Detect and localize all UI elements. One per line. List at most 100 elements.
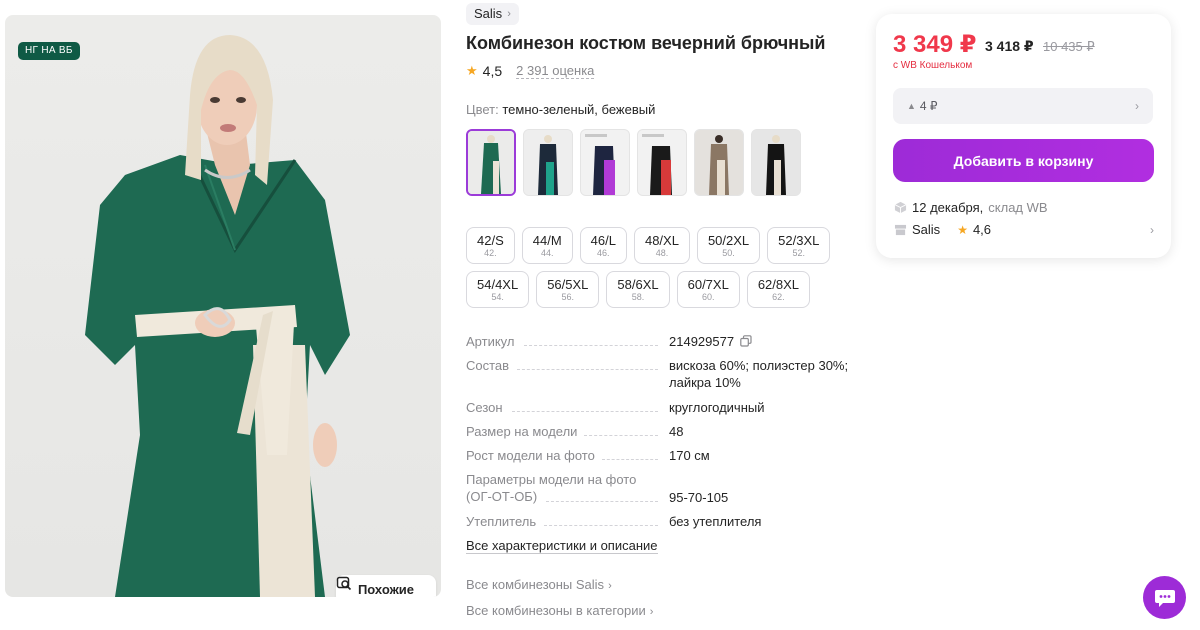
box-icon (894, 201, 907, 214)
size-russian: 44. (540, 247, 554, 258)
similar-button[interactable]: Похожие (336, 575, 436, 597)
size-label: 58/6XL (617, 276, 659, 292)
all-characteristics-link[interactable]: Все характеристики и описание (466, 538, 658, 554)
chevron-right-icon: › (1135, 99, 1139, 113)
seller-name: Salis (912, 222, 941, 237)
size-option[interactable]: 48/XL 48. (633, 227, 690, 264)
price-delta-value: 4 ₽ (919, 99, 938, 113)
size-label: 60/7XL (687, 276, 729, 292)
copy-icon[interactable] (740, 335, 752, 347)
all-brand-link[interactable]: Все комбинезоны Salis › (466, 577, 612, 592)
size-option[interactable]: 46/L 46. (579, 227, 627, 264)
variant-thumb[interactable] (466, 129, 516, 196)
price-delta-info[interactable]: ▲ 4 ₽ › (893, 88, 1153, 124)
characteristic-value: 214929577 (669, 333, 859, 350)
variant-thumb[interactable] (580, 129, 630, 196)
characteristic-value: 170 см (669, 447, 859, 464)
image-search-icon (336, 576, 352, 591)
delivery-info: 12 декабря, склад WB (894, 200, 1048, 215)
reviews-link[interactable]: 2 391 оценка (516, 63, 595, 79)
size-option[interactable]: 42/S 42. (466, 227, 515, 264)
size-option[interactable]: 44/M 44. (521, 227, 573, 264)
size-russian: 52. (792, 247, 806, 258)
size-option[interactable]: 50/2XL 50. (696, 227, 761, 264)
dotted-leader (544, 525, 658, 526)
chat-bubble-icon (1154, 589, 1175, 607)
color-value: темно-зеленый, бежевый (502, 102, 656, 117)
characteristic-label: Сезон (466, 400, 503, 415)
characteristic-value-text: 170 см (669, 448, 710, 463)
buy-card: 3 349 ₽ 3 418 ₽ 10 435 ₽ с WB Кошельком … (876, 14, 1171, 258)
variant-thumb[interactable] (523, 129, 573, 196)
characteristic-label: Параметры модели на фото (ОГ-ОТ-ОБ) (466, 472, 637, 504)
all-category-link-label: Все комбинезоны в категории (466, 603, 646, 618)
characteristic-value-text: 214929577 (669, 334, 735, 349)
size-selector: 42/S 42. 44/M 44. 46/L 46. 48/XL 48. 50/2XL 50. 52… (466, 227, 856, 308)
characteristic-value: вискоза 60%; полиэстер 30%; лайкра 10% (669, 357, 859, 391)
size-option[interactable]: 54/4XL 54. (466, 271, 530, 308)
color-row: Цвет: темно-зеленый, бежевый (466, 102, 655, 117)
size-label: 52/3XL (778, 232, 820, 248)
characteristic-value: без утеплителя (669, 513, 859, 530)
product-main-photo[interactable]: НГ НА ВБ Похожие (5, 15, 441, 597)
size-label: 50/2XL (707, 232, 750, 248)
chat-button[interactable] (1143, 576, 1186, 619)
variant-image (581, 130, 629, 195)
size-option[interactable]: 56/5XL 56. (536, 271, 600, 308)
variant-thumb[interactable] (694, 129, 744, 196)
all-brand-link-label: Все комбинезоны Salis (466, 577, 605, 592)
brand-link[interactable]: Salis › (466, 3, 519, 25)
chevron-right-icon: › (649, 606, 654, 618)
variant-image (695, 130, 743, 195)
dotted-leader (524, 345, 658, 346)
characteristic-value-text: 95-70-105 (669, 490, 729, 505)
size-option[interactable]: 60/7XL 60. (676, 271, 740, 308)
price-regular: 3 418 ₽ (985, 38, 1034, 54)
size-russian: 58. (631, 291, 645, 302)
rating-value: 4,5 (482, 63, 503, 79)
variant-image (638, 130, 686, 195)
star-icon: ★ (957, 222, 968, 237)
size-russian: 48. (655, 247, 669, 258)
variant-thumb[interactable] (751, 129, 801, 196)
characteristic-value: круглогодичный (669, 399, 859, 416)
characteristic-value-text: круглогодичный (669, 400, 765, 415)
characteristic-label: Рост модели на фото (466, 448, 595, 463)
size-label: 62/8XL (757, 276, 800, 292)
size-russian: 42. (484, 247, 497, 258)
size-russian: 54. (491, 291, 504, 302)
brand-name: Salis (474, 6, 503, 21)
dotted-leader (584, 435, 658, 436)
size-russian: 56. (561, 291, 575, 302)
dotted-leader (546, 501, 658, 502)
size-label: 42/S (477, 232, 504, 248)
shop-icon (894, 224, 907, 235)
characteristic-label: Размер на модели (466, 424, 578, 439)
size-russian: 50. (722, 247, 735, 258)
characteristic-value-text: без утеплителя (669, 514, 762, 529)
size-label: 54/4XL (477, 276, 519, 292)
seller-row[interactable]: Salis ★ 4,6 › (894, 222, 1154, 237)
characteristic-label: Артикул (466, 334, 515, 349)
size-label: 56/5XL (547, 276, 589, 292)
characteristic-value-text: вискоза 60%; полиэстер 30%; лайкра 10% (669, 358, 849, 390)
size-russian: 62. (772, 291, 785, 302)
variant-thumb[interactable] (637, 129, 687, 196)
seller-rating: 4,6 (972, 222, 992, 237)
add-to-cart-button[interactable]: Добавить в корзину (893, 139, 1154, 182)
size-option[interactable]: 58/6XL 58. (606, 271, 670, 308)
price-old: 10 435 ₽ (1043, 39, 1095, 54)
color-variants (466, 129, 801, 196)
delivery-date: 12 декабря, (912, 200, 984, 215)
size-option[interactable]: 62/8XL 62. (746, 271, 811, 308)
price-with-wallet: 3 349 ₽ (893, 31, 977, 58)
dotted-leader (512, 411, 658, 412)
size-option[interactable]: 52/3XL 52. (767, 227, 831, 264)
characteristic-label: Состав (466, 358, 510, 373)
rating-row: ★ 4,5 2 391 оценка (466, 63, 595, 79)
chevron-right-icon: › (608, 580, 612, 592)
all-category-link[interactable]: Все комбинезоны в категории › (466, 603, 653, 618)
characteristic-value: 48 (669, 423, 859, 440)
dotted-leader (602, 459, 658, 460)
delivery-place: склад WB (988, 200, 1048, 215)
